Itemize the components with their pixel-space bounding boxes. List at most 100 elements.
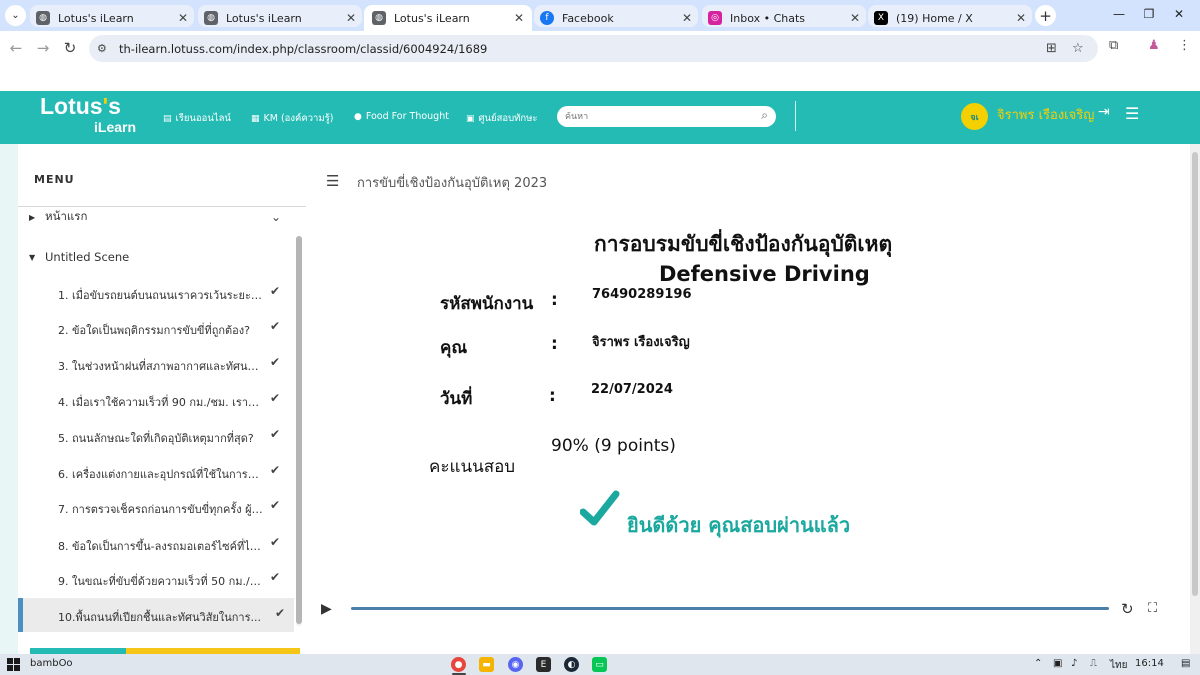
header-divider — [795, 101, 796, 131]
sidebar-scrollbar-thumb[interactable] — [296, 236, 302, 624]
browser-tab-3-active[interactable]: ◍ Lotus's iLearn ✕ — [364, 5, 532, 31]
player-progress-bar[interactable] — [351, 607, 1109, 610]
meet-now-icon[interactable]: ▣ — [1053, 658, 1062, 669]
sidebar-question-9[interactable]: 9. ในขณะที่ขับขี่ด้วยความเร็วที่ 50 กม./… — [18, 562, 294, 596]
sidebar-question-3[interactable]: 3. ในช่วงหน้าฝนที่สภาพอากาศและทัศนวิ... … — [18, 347, 294, 381]
window-close-icon[interactable]: ✕ — [1172, 7, 1186, 21]
course-sidebar: MENU ▶ หน้าแรก ⌄ ▼ Untitled Scene 1. เมื… — [18, 144, 306, 654]
browser-tab-2[interactable]: ◍ Lotus's iLearn ✕ — [196, 5, 364, 31]
sidebar-question-8[interactable]: 8. ข้อใดเป็นการขึ้น-ลงรถมอเตอร์ไซค์ที่ไม… — [18, 527, 294, 561]
notifications-icon[interactable]: ▤ — [1181, 658, 1190, 669]
colon: : — [549, 386, 556, 406]
checkmark-icon: ✔ — [270, 427, 281, 441]
file-explorer-icon[interactable]: ▬ — [479, 657, 494, 672]
sidebar-question-6[interactable]: 6. เครื่องแต่งกายและอุปกรณ์ที่ใช้ในการขั… — [18, 455, 294, 489]
sidebar-question-10-current[interactable]: 10.พื้นถนนที่เปียกชื้นและทัศนวิสัยในการ.… — [18, 598, 294, 632]
question-label: 3. ในช่วงหน้าฝนที่สภาพอากาศและทัศนวิ... — [58, 360, 263, 373]
close-icon[interactable]: ✕ — [1016, 11, 1026, 25]
extensions-icon[interactable]: ⧉ — [1109, 38, 1118, 53]
nav-skill-test-center[interactable]: ▣ ศูนย์สอบทักษะ — [466, 111, 538, 126]
address-bar[interactable]: ⚙ th-ilearn.lotuss.com/index.php/classro… — [89, 35, 1098, 62]
caret-down-icon: ▼ — [29, 252, 36, 262]
browser-tab-instagram[interactable]: ◎ Inbox • Chats ✕ — [700, 5, 868, 31]
lotus-ilearn-logo[interactable]: Lotus's iLearn — [40, 92, 136, 134]
sidebar-question-4[interactable]: 4. เมื่อเราใช้ความเร็วที่ 90 กม./ชม. เรา… — [18, 383, 294, 417]
translate-icon[interactable]: ⊞ — [1046, 41, 1057, 56]
windows-start-icon[interactable] — [7, 658, 20, 671]
url-text[interactable]: th-ilearn.lotuss.com/index.php/classroom… — [119, 42, 487, 56]
taskbar-search-label[interactable]: bambOo — [30, 658, 73, 669]
list-icon: ▤ — [163, 113, 172, 124]
tab-title: Facebook — [562, 11, 614, 25]
question-label: 8. ข้อใดเป็นการขึ้น-ลงรถมอเตอร์ไซค์ที่ไม… — [58, 540, 263, 553]
user-name[interactable]: จิราพร เรืองเจริญ — [997, 104, 1094, 125]
slide-breadcrumb: การขับขี่เชิงป้องกันอุบัติเหตุ 2023 — [357, 176, 548, 191]
chevron-up-icon[interactable]: ⌃ — [1034, 658, 1042, 669]
line-icon[interactable]: ▭ — [592, 657, 607, 672]
colon: : — [551, 334, 558, 354]
reload-icon[interactable]: ↻ — [60, 39, 80, 57]
bookmark-star-icon[interactable]: ☆ — [1072, 41, 1084, 56]
fullscreen-icon[interactable]: ⛶ — [1148, 601, 1157, 616]
minimize-icon[interactable]: — — [1112, 7, 1126, 21]
tab-title: Inbox • Chats — [730, 11, 806, 25]
new-tab-button[interactable]: + — [1035, 5, 1056, 26]
close-icon[interactable]: ✕ — [346, 11, 356, 25]
epic-games-icon[interactable]: E — [536, 657, 551, 672]
chevron-down-icon[interactable]: ⌄ — [271, 210, 281, 224]
tab-search-button[interactable]: ⌄ — [5, 5, 26, 26]
nav-km[interactable]: ▦ KM (องค์ความรู้) — [251, 111, 333, 126]
avatar[interactable]: จเ — [961, 103, 988, 130]
checkmark-icon: ✔ — [270, 319, 281, 333]
sidebar-question-5[interactable]: 5. ถนนลักษณะใดที่เกิดอุบัติเหตุมากที่สุด… — [18, 419, 294, 453]
browser-tab-x[interactable]: X (19) Home / X ✕ — [866, 5, 1034, 31]
discord-icon[interactable]: ◉ — [508, 657, 523, 672]
sidebar-question-7[interactable]: 7. การตรวจเช็ครถก่อนการขับขี่ทุกครั้ง ผู… — [18, 490, 294, 524]
nav-food-for-thought[interactable]: ● Food For Thought — [354, 111, 449, 122]
tab-title: (19) Home / X — [896, 11, 973, 25]
sidebar-question-1[interactable]: 1. เมื่อขับรถยนต์บนถนนเราควรเว้นระยะห่าง… — [18, 276, 294, 310]
clock[interactable]: 16:14 — [1135, 658, 1164, 669]
globe-icon: ◍ — [372, 11, 386, 25]
sidebar-section-untitled-scene[interactable]: ▼ Untitled Scene — [18, 246, 306, 268]
browser-tab-facebook[interactable]: f Facebook ✕ — [532, 5, 700, 31]
x-icon: X — [874, 11, 888, 25]
forward-arrow-icon[interactable]: → — [33, 39, 53, 57]
question-label: 5. ถนนลักษณะใดที่เกิดอุบัติเหตุมากที่สุด… — [58, 432, 254, 445]
slide-menu-icon[interactable]: ☰ — [326, 172, 339, 190]
profile-icon[interactable]: ♟ — [1148, 38, 1160, 53]
section-label: หน้าแรก — [45, 209, 88, 223]
page-scrollbar-thumb[interactable] — [1192, 152, 1198, 596]
chrome-icon[interactable]: ● — [451, 657, 466, 672]
play-icon[interactable]: ▶ — [321, 601, 332, 617]
close-icon[interactable]: ✕ — [514, 11, 524, 25]
browser-menu-icon[interactable]: ⋮ — [1178, 38, 1191, 53]
search-icon[interactable]: ⌕ — [761, 108, 768, 123]
facebook-icon: f — [540, 11, 554, 25]
site-info-icon[interactable]: ⚙ — [97, 42, 113, 55]
back-arrow-icon[interactable]: ← — [6, 39, 26, 57]
browser-tab-1[interactable]: ◍ Lotus's iLearn ✕ — [28, 5, 196, 31]
section-label: Untitled Scene — [45, 250, 130, 264]
checkmark-icon — [580, 490, 620, 526]
close-icon[interactable]: ✕ — [850, 11, 860, 25]
steam-icon[interactable]: ◐ — [564, 657, 579, 672]
volume-icon[interactable]: ♪ — [1071, 658, 1077, 669]
sidebar-section-home[interactable]: ▶ หน้าแรก ⌄ — [18, 206, 306, 228]
replay-icon[interactable]: ↻ — [1121, 600, 1134, 618]
language-indicator[interactable]: ไทย — [1110, 658, 1127, 673]
restore-icon[interactable]: ❐ — [1142, 7, 1156, 21]
checkmark-icon: ✔ — [270, 391, 281, 405]
logout-icon[interactable]: ⇥ — [1098, 104, 1110, 120]
checkmark-icon: ✔ — [270, 498, 281, 512]
site-search-input[interactable] — [565, 111, 745, 122]
sidebar-question-2[interactable]: 2. ข้อใดเป็นพฤติกรรมการขับขี่ที่ถูกต้อง?… — [18, 311, 294, 345]
network-icon[interactable]: ⎍ — [1090, 658, 1097, 669]
close-icon[interactable]: ✕ — [178, 11, 188, 25]
name-label: คุณ — [440, 338, 468, 358]
site-search-box[interactable]: ⌕ — [557, 106, 776, 127]
nav-online-learning[interactable]: ▤ เรียนออนไลน์ — [163, 111, 231, 126]
close-icon[interactable]: ✕ — [682, 11, 692, 25]
question-label: 2. ข้อใดเป็นพฤติกรรมการขับขี่ที่ถูกต้อง? — [58, 324, 250, 337]
header-menu-icon[interactable]: ☰ — [1125, 104, 1139, 123]
